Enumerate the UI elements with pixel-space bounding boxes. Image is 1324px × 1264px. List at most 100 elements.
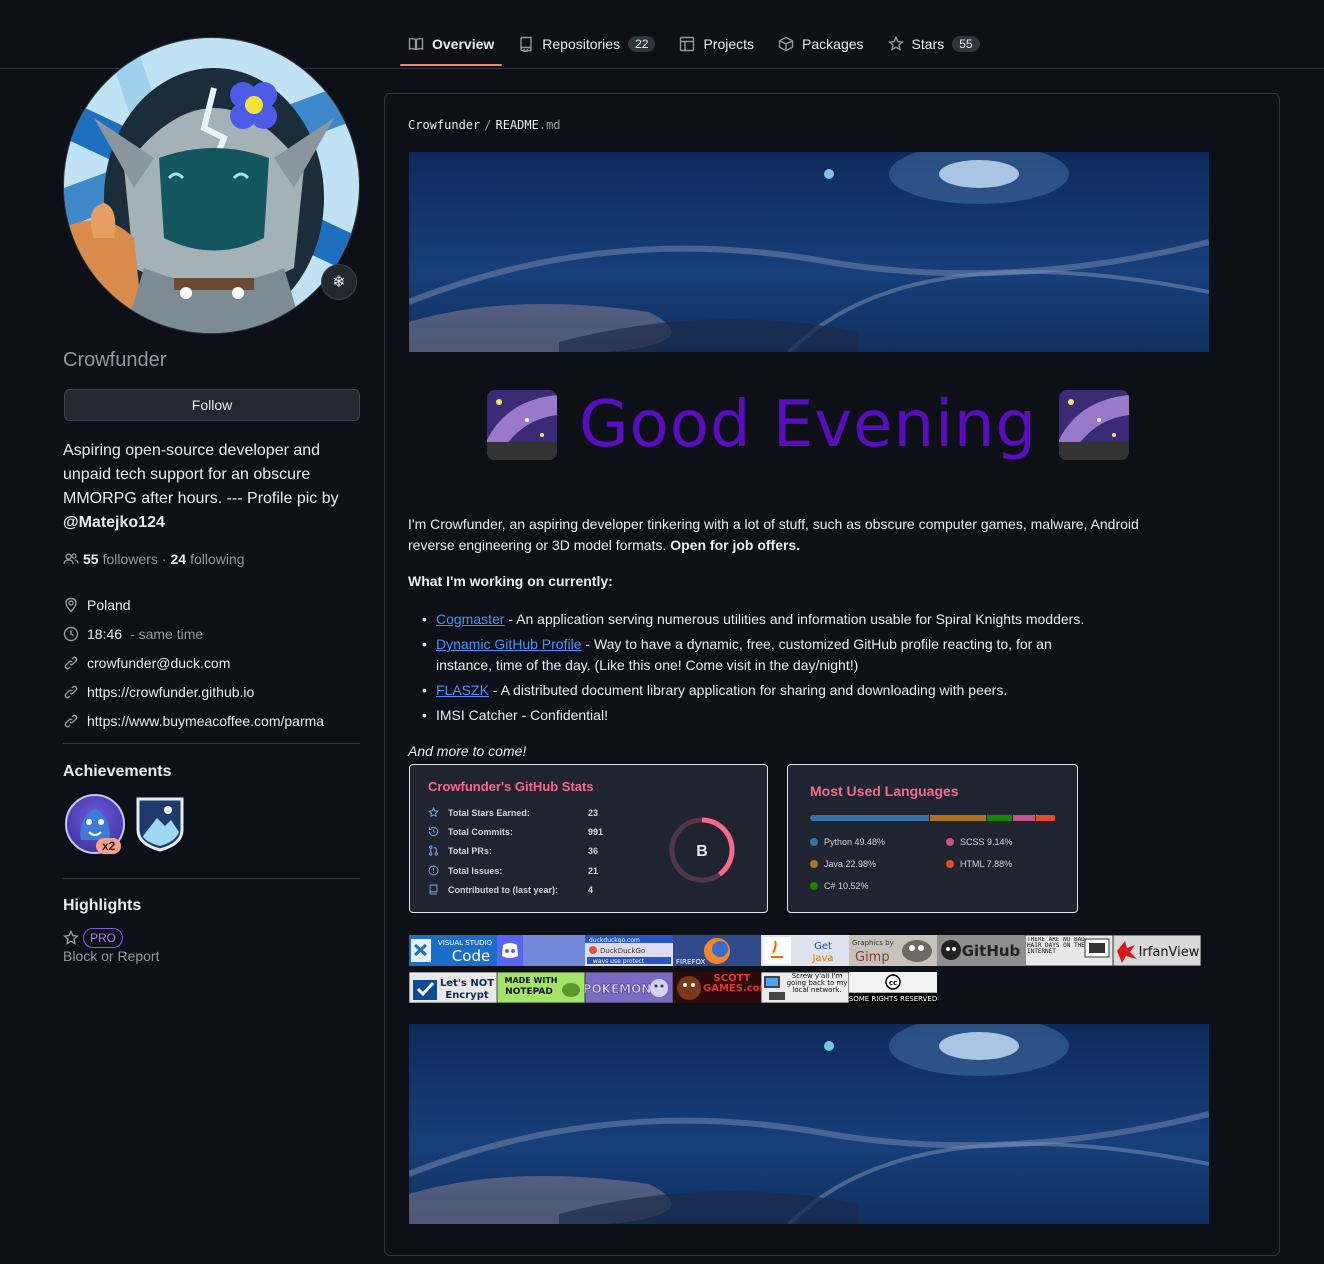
ddg-bottom-text: ways use protect: [593, 958, 645, 965]
profile-tabs: Overview Repositories 22 Projects Packag…: [400, 24, 996, 68]
language-dot: [946, 838, 954, 846]
readme-file[interactable]: README: [495, 118, 538, 132]
follow-button[interactable]: Follow: [64, 389, 360, 421]
readme-path: Crowfunder / README.md: [408, 118, 561, 132]
link-icon: [64, 656, 78, 669]
greeting-header: Good Evening: [408, 385, 1208, 465]
local-time: 18:46: [87, 625, 123, 642]
snowflake-icon: ❄: [332, 274, 346, 291]
achievement-arctic[interactable]: [135, 796, 185, 852]
lets-not-encrypt-button[interactable]: Let's NOT Encrypt: [409, 972, 497, 1003]
tab-stars[interactable]: Stars 55: [880, 24, 988, 64]
stat-label: Total PRs:: [448, 845, 492, 856]
language-bar-segment: [930, 815, 986, 821]
followers-count[interactable]: 55: [83, 551, 99, 567]
creative-commons-button[interactable]: cc SOME RIGHTS RESERVED: [849, 972, 937, 1003]
github-stats-card[interactable]: Crowfunder's GitHub Stats Total Stars Ea…: [409, 764, 768, 913]
table-icon: [680, 36, 695, 52]
book-icon: [408, 37, 424, 51]
tab-label: Projects: [703, 36, 755, 52]
language-dot: [946, 860, 954, 868]
email-link[interactable]: crowfunder@duck.com: [87, 655, 230, 671]
ddg-top-text: duckduckgo.com: [589, 937, 640, 944]
gimp-top-text: Graphics by: [852, 939, 894, 947]
more-to-come: And more to come!: [408, 743, 527, 759]
local-network-button[interactable]: Screw y'all I'm going back to my local n…: [761, 972, 849, 1003]
website-link[interactable]: https://crowfunder.github.io: [87, 684, 254, 700]
language-dot: [810, 838, 818, 846]
stat-value: 21: [588, 865, 599, 876]
stat-label: Contributed to (last year):: [448, 884, 559, 895]
language-item: HTML 7.88%: [946, 859, 1012, 869]
project-desc: - A distributed document library applica…: [488, 682, 1008, 698]
social-link[interactable]: https://www.buymeacoffee.com/parma: [87, 713, 324, 729]
achievement-multiplier: x2: [96, 838, 122, 854]
bio-mention-link[interactable]: @Matejko124: [63, 514, 165, 531]
gimp-bottom-text: Gimp: [855, 950, 890, 965]
history-icon: [428, 826, 439, 837]
list-item: Cogmaster - An application serving numer…: [422, 609, 1184, 630]
language-item: Java 22.98%: [810, 859, 876, 869]
profile-details: Poland 18:46 - same time crowfunder@duck…: [63, 590, 359, 735]
project-link-dynamic-profile[interactable]: Dynamic GitHub Profile: [436, 636, 582, 652]
avatar[interactable]: [63, 37, 360, 334]
working-heading: What I'm working on currently:: [408, 573, 613, 589]
location-item: Poland: [63, 590, 359, 619]
following-label[interactable]: following: [190, 551, 244, 567]
tab-label: Overview: [432, 36, 495, 52]
pro-badge: PRO: [83, 928, 124, 948]
gimp-button[interactable]: Graphics by Gimp: [849, 935, 937, 966]
language-item: Python 49.48%: [810, 837, 885, 847]
irfanview-button[interactable]: IrfanView: [1113, 935, 1201, 966]
link-icon: [64, 714, 78, 727]
achievements-title[interactable]: Achievements: [63, 763, 172, 781]
rank-letter: B: [696, 843, 708, 860]
readme-repo-link[interactable]: Crowfunder: [408, 118, 480, 132]
package-icon: [778, 36, 794, 52]
tab-repositories[interactable]: Repositories 22: [510, 24, 663, 64]
location-icon: [65, 597, 77, 613]
pokemon-button[interactable]: POKEMON: [585, 972, 673, 1003]
bad-hair-days-button[interactable]: THERE ARE NO BAD HAIR DAYS ON THE INTERN…: [1025, 935, 1113, 966]
discord-button[interactable]: [497, 935, 585, 966]
bio-text: Aspiring open-source developer and unpai…: [63, 442, 339, 507]
scott-games-button[interactable]: SCOTT GAMES.com: [673, 972, 761, 1003]
stat-value: 991: [588, 826, 604, 837]
social-link-item[interactable]: https://www.buymeacoffee.com/parma: [63, 706, 359, 735]
path-separator: /: [484, 118, 492, 132]
local-network-text: Screw y'all I'm going back to my local n…: [786, 973, 848, 994]
tab-projects[interactable]: Projects: [671, 24, 762, 64]
firefox-button[interactable]: FIREFOX: [673, 935, 761, 966]
banner-image-bottom: [409, 1024, 1209, 1224]
language-label: HTML 7.88%: [960, 859, 1013, 869]
duckduckgo-button[interactable]: duckduckgo.com DuckDuckGo ways use prote…: [585, 935, 673, 966]
highlight-pro: PRO: [63, 928, 124, 948]
stat-row: Total Stars Earned: 23: [428, 807, 628, 818]
followers-label[interactable]: followers: [103, 551, 158, 567]
banner-image-top: [409, 152, 1209, 352]
notepad-button[interactable]: MADE WITH NOTEPAD: [497, 972, 585, 1003]
following-count[interactable]: 24: [171, 551, 187, 567]
tab-overview[interactable]: Overview: [400, 24, 503, 66]
vscode-button[interactable]: VISUAL STUDIO Code: [409, 935, 497, 966]
language-item: SCSS 9.14%: [946, 837, 1013, 847]
block-report-link[interactable]: Block or Report: [63, 948, 159, 964]
languages-card[interactable]: Most Used Languages Python 49.48% Java 2…: [787, 764, 1078, 913]
project-link-flaszk[interactable]: FLASZK: [436, 682, 489, 698]
language-bar-segment: [1013, 815, 1036, 821]
project-link-cogmaster[interactable]: Cogmaster: [436, 611, 504, 627]
java-button[interactable]: Get Java: [761, 935, 849, 966]
firefox-text: FIREFOX: [676, 958, 705, 966]
highlights-title: Highlights: [63, 897, 142, 914]
greeting-text: Good Evening: [578, 388, 1038, 462]
stat-value: 4: [588, 884, 594, 895]
tab-packages[interactable]: Packages: [770, 24, 871, 64]
email-item[interactable]: crowfunder@duck.com: [63, 648, 359, 677]
profile-bio: Aspiring open-source developer and unpai…: [63, 439, 359, 535]
github-button[interactable]: GitHub: [937, 935, 1025, 966]
status-button[interactable]: ❄: [321, 264, 357, 300]
link-icon: [64, 685, 78, 698]
vscode-top-text: VISUAL STUDIO: [438, 939, 493, 947]
list-item: Dynamic GitHub Profile - Way to have a d…: [422, 634, 1064, 676]
website-item[interactable]: https://crowfunder.github.io: [63, 677, 359, 706]
